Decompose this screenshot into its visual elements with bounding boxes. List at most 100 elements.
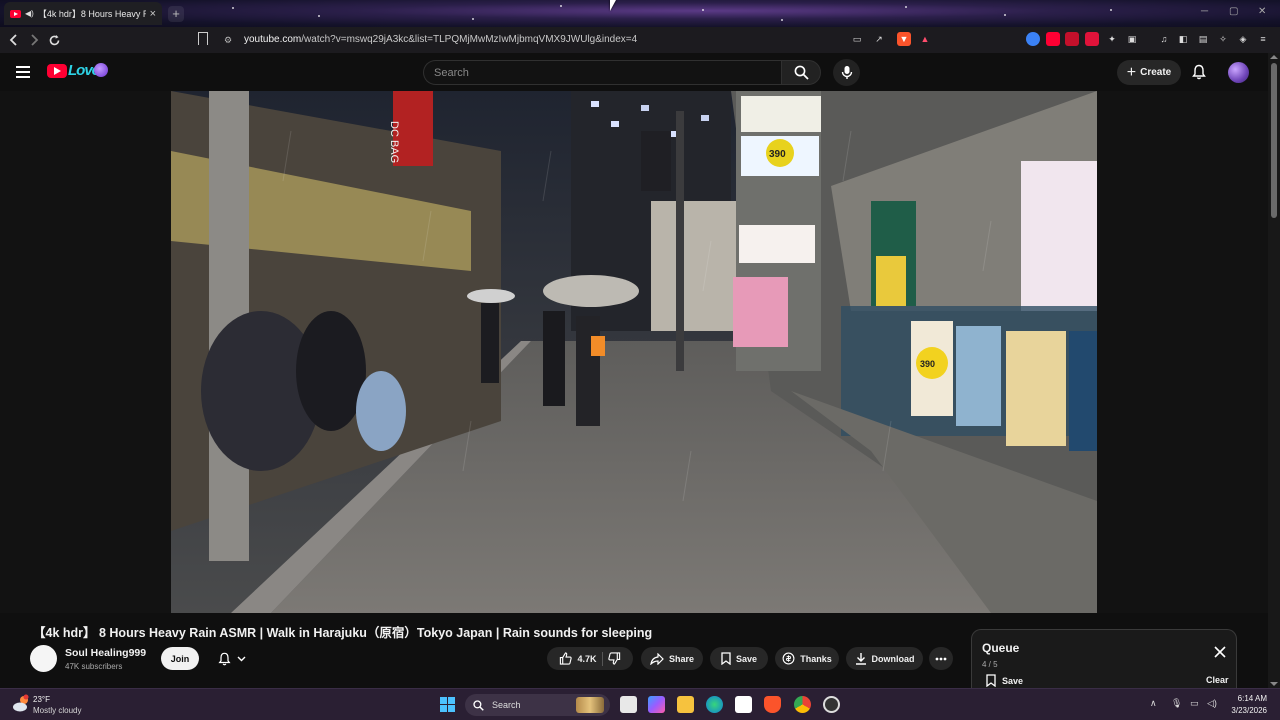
weather-temperature[interactable]: 23°F xyxy=(33,695,50,704)
brave-taskbar-icon[interactable] xyxy=(764,696,781,713)
tray-volume-icon[interactable]: ◁) xyxy=(1207,698,1217,709)
minimize-icon[interactable]: ─ xyxy=(1201,6,1208,17)
brave-shield-icon[interactable]: ▼ xyxy=(897,32,911,46)
tab-close-icon[interactable]: × xyxy=(150,8,156,20)
page-scrollbar[interactable] xyxy=(1268,53,1280,688)
like-icon[interactable] xyxy=(559,652,573,665)
search-input[interactable]: Search xyxy=(423,60,781,85)
leo-ai-icon[interactable]: ✧ xyxy=(1216,32,1230,46)
taskbar-time[interactable]: 6:14 AM xyxy=(1231,694,1267,703)
account-avatar[interactable] xyxy=(1228,62,1249,83)
url-path: /watch?v=mswq29jA3kc&list=TLPQMjMwMzIwMj… xyxy=(301,34,638,45)
queue-clear-button[interactable]: Clear xyxy=(1206,675,1229,685)
sidebar-icon[interactable]: ◧ xyxy=(1176,32,1190,46)
scroll-up-icon[interactable] xyxy=(1270,55,1278,59)
plus-icon: + xyxy=(1126,63,1137,81)
extension-square-icon[interactable]: ▣ xyxy=(1125,32,1139,46)
window-close-icon[interactable]: ✕ xyxy=(1258,6,1266,17)
video-player[interactable]: DC BAG 390 390 xyxy=(171,91,1097,613)
vpn-icon[interactable]: ◈ xyxy=(1236,32,1250,46)
create-button[interactable]: + Create xyxy=(1117,60,1181,85)
like-count[interactable]: 4.7K xyxy=(577,654,596,664)
bookmark-icon[interactable] xyxy=(198,32,208,45)
tray-overflow-icon[interactable]: ∧ xyxy=(1150,698,1157,709)
share-icon xyxy=(650,652,664,665)
extension-red2-icon[interactable] xyxy=(1085,32,1099,46)
forward-icon[interactable] xyxy=(24,30,44,50)
tray-mic-icon[interactable]: 🎙 xyxy=(1171,698,1182,709)
youtube-logo-icon[interactable] xyxy=(47,64,67,78)
taskbar-search-icon xyxy=(473,699,484,711)
queue-close-icon[interactable] xyxy=(1214,646,1226,658)
voice-search-button[interactable] xyxy=(833,59,860,86)
thanks-label: Thanks xyxy=(800,653,832,664)
speaker-icon[interactable]: ◀) xyxy=(25,9,34,18)
file-explorer-icon[interactable] xyxy=(677,696,694,713)
channel-name[interactable]: Soul Healing999 xyxy=(65,647,146,659)
taskbar-search-box[interactable]: Search xyxy=(465,694,610,716)
download-button[interactable]: Download xyxy=(846,647,923,670)
edge-icon[interactable] xyxy=(706,696,723,713)
browser-tab-active[interactable]: ◀) 【4k hdr】8 Hours Heavy Rain × xyxy=(4,2,162,25)
brave-rewards-icon[interactable]: ▲ xyxy=(918,32,932,46)
scrollbar-thumb[interactable] xyxy=(1271,63,1277,218)
share-page-icon[interactable]: ↗ xyxy=(872,32,886,46)
weather-cloudy-icon[interactable] xyxy=(11,694,31,714)
new-tab-button[interactable]: + xyxy=(168,6,184,22)
task-view-icon[interactable] xyxy=(620,696,637,713)
app-circle-icon[interactable] xyxy=(823,696,840,713)
queue-panel: Queue 4 / 5 Save Clear xyxy=(971,629,1237,689)
like-divider xyxy=(601,651,603,666)
sign-390-top: 390 xyxy=(769,149,786,160)
queue-position: 4 / 5 xyxy=(982,660,998,669)
queue-save-label: Save xyxy=(1002,675,1024,686)
extension-blue-icon[interactable] xyxy=(1026,32,1040,46)
reload-icon[interactable] xyxy=(44,30,64,50)
hamburger-menu-icon[interactable] xyxy=(16,66,30,78)
create-label: Create xyxy=(1140,67,1172,78)
dc-bag-sign: DC BAG xyxy=(388,121,400,163)
more-actions-button[interactable] xyxy=(929,647,953,670)
wallet-icon[interactable]: ▤ xyxy=(1196,32,1210,46)
share-button[interactable]: Share xyxy=(641,647,703,670)
extension-youtube-icon[interactable] xyxy=(1046,32,1060,46)
save-button[interactable]: Save xyxy=(710,647,768,670)
thanks-button[interactable]: Thanks xyxy=(775,647,839,670)
download-icon xyxy=(855,653,866,665)
media-icon[interactable]: ♫ xyxy=(1157,32,1171,46)
back-icon[interactable] xyxy=(4,30,24,50)
tab-title: 【4k hdr】8 Hours Heavy Rain xyxy=(37,9,146,19)
video-title: 【4k hdr】 8 Hours Heavy Rain ASMR | Walk … xyxy=(33,626,653,640)
taskbar-date[interactable]: 3/23/2026 xyxy=(1223,706,1267,715)
subscription-notifications-button[interactable] xyxy=(208,647,255,670)
search-button[interactable] xyxy=(781,60,821,85)
notifications-bell-icon[interactable] xyxy=(1192,64,1206,80)
scroll-down-icon[interactable] xyxy=(1270,682,1278,686)
extension-puzzle-icon[interactable]: ✦ xyxy=(1105,32,1119,46)
maximize-icon[interactable]: ▢ xyxy=(1229,6,1238,17)
cast-icon[interactable]: ▭ xyxy=(850,32,864,46)
thanks-icon xyxy=(782,652,795,665)
search-highlight-image xyxy=(576,697,604,713)
dislike-icon[interactable] xyxy=(607,652,621,665)
chevron-down-icon xyxy=(237,656,245,661)
join-button[interactable]: Join xyxy=(161,647,199,670)
queue-save-button[interactable]: Save xyxy=(986,674,1023,687)
windows-taskbar: 23°F Mostly cloudy Search ∧ 🎙 ▭ ◁) 6:14 … xyxy=(0,688,1280,720)
like-dislike-group: 4.7K xyxy=(547,647,633,670)
copilot-icon[interactable] xyxy=(648,696,665,713)
url-host: youtube.com xyxy=(244,34,302,45)
tray-display-icon[interactable]: ▭ xyxy=(1190,698,1199,709)
url-field[interactable]: youtube.com/watch?v=mswq29jA3kc&list=TLP… xyxy=(244,34,637,45)
browser-menu-icon[interactable]: ≡ xyxy=(1256,32,1270,46)
share-label: Share xyxy=(668,653,694,664)
extension-red-icon[interactable] xyxy=(1065,32,1079,46)
chrome-icon[interactable] xyxy=(794,696,811,713)
windows-start-icon[interactable] xyxy=(440,697,455,712)
weather-condition[interactable]: Mostly cloudy xyxy=(33,706,81,715)
microsoft-store-icon[interactable] xyxy=(735,696,752,713)
search-placeholder: Search xyxy=(434,66,469,79)
microphone-icon xyxy=(841,66,852,79)
channel-avatar[interactable] xyxy=(30,645,57,672)
site-info-icon[interactable]: ⚙ xyxy=(224,35,232,46)
